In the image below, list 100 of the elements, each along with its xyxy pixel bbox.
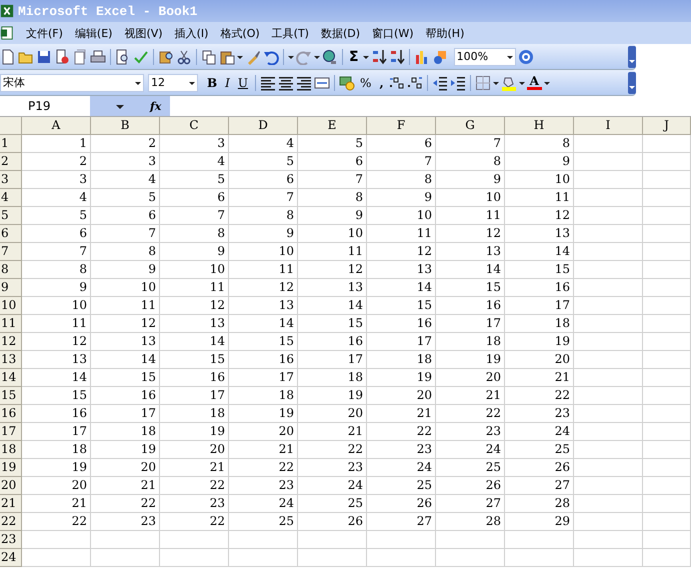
empty-cell[interactable] xyxy=(574,351,643,369)
toolbar-options-icon[interactable] xyxy=(628,72,636,94)
empty-cell[interactable] xyxy=(574,459,643,477)
empty-cell[interactable] xyxy=(643,153,691,171)
empty-cell[interactable] xyxy=(574,369,643,387)
save-icon[interactable] xyxy=(36,48,52,64)
empty-cell[interactable] xyxy=(574,225,643,243)
percent-button[interactable]: % xyxy=(357,76,374,90)
empty-cell[interactable] xyxy=(574,549,643,567)
empty-cell[interactable] xyxy=(574,477,643,495)
column-header[interactable]: I xyxy=(574,117,643,135)
row-header[interactable]: 10 xyxy=(0,297,22,315)
decrease-indent-icon[interactable] xyxy=(432,74,448,90)
row-header[interactable]: 4 xyxy=(0,189,22,207)
row-header[interactable]: 24 xyxy=(0,549,22,567)
undo-icon[interactable] xyxy=(263,48,279,64)
column-header[interactable]: D xyxy=(229,117,298,135)
empty-cell[interactable] xyxy=(574,495,643,513)
align-center-icon[interactable] xyxy=(278,74,294,90)
row-header[interactable]: 13 xyxy=(0,351,22,369)
empty-cell[interactable] xyxy=(505,531,574,549)
zoom-dropdown[interactable]: 100% xyxy=(454,48,516,66)
row-header[interactable]: 2 xyxy=(0,153,22,171)
empty-cell[interactable] xyxy=(229,531,298,549)
empty-cell[interactable] xyxy=(643,549,691,567)
row-header[interactable]: 16 xyxy=(0,405,22,423)
menu-item[interactable]: 窗口(W) xyxy=(372,26,414,40)
row-header[interactable]: 18 xyxy=(0,441,22,459)
row-header[interactable]: 5 xyxy=(0,207,22,225)
empty-cell[interactable] xyxy=(160,531,229,549)
row-header[interactable]: 6 xyxy=(0,225,22,243)
empty-cell[interactable] xyxy=(643,513,691,531)
empty-cell[interactable] xyxy=(643,495,691,513)
font-color-button[interactable]: A xyxy=(526,75,542,90)
column-header[interactable]: G xyxy=(436,117,505,135)
empty-cell[interactable] xyxy=(574,513,643,531)
column-header[interactable]: F xyxy=(367,117,436,135)
increase-indent-icon[interactable] xyxy=(450,74,466,90)
align-left-icon[interactable] xyxy=(260,74,276,90)
book-icon[interactable] xyxy=(158,48,174,64)
empty-cell[interactable] xyxy=(574,531,643,549)
spellcheck-icon[interactable] xyxy=(133,48,149,64)
row-header[interactable]: 1 xyxy=(0,135,22,153)
menu-item[interactable]: 工具(T) xyxy=(272,26,309,40)
italic-button[interactable]: I xyxy=(222,76,233,90)
row-header[interactable]: 12 xyxy=(0,333,22,351)
empty-cell[interactable] xyxy=(574,387,643,405)
row-header[interactable]: 11 xyxy=(0,315,22,333)
menu-item[interactable]: 格式(O) xyxy=(220,26,260,40)
empty-cell[interactable] xyxy=(643,369,691,387)
empty-cell[interactable] xyxy=(367,549,436,567)
empty-cell[interactable] xyxy=(643,333,691,351)
column-header[interactable]: A xyxy=(22,117,91,135)
row-header[interactable]: 17 xyxy=(0,423,22,441)
empty-cell[interactable] xyxy=(229,549,298,567)
empty-cell[interactable] xyxy=(643,261,691,279)
empty-cell[interactable] xyxy=(643,477,691,495)
copy-icon[interactable] xyxy=(201,48,217,64)
row-header[interactable]: 3 xyxy=(0,171,22,189)
row-header[interactable]: 21 xyxy=(0,495,22,513)
empty-cell[interactable] xyxy=(643,135,691,153)
autosum-button[interactable]: Σ xyxy=(347,48,361,64)
empty-cell[interactable] xyxy=(643,189,691,207)
empty-cell[interactable] xyxy=(574,441,643,459)
coins-icon[interactable] xyxy=(339,74,356,90)
empty-cell[interactable] xyxy=(367,531,436,549)
menu-item[interactable]: 文件(F) xyxy=(26,26,63,40)
column-header[interactable]: C xyxy=(160,117,229,135)
empty-cell[interactable] xyxy=(574,153,643,171)
globe-icon[interactable] xyxy=(322,48,338,64)
fill-color-icon[interactable] xyxy=(500,74,517,90)
empty-cell[interactable] xyxy=(643,297,691,315)
shapes-icon[interactable] xyxy=(432,48,448,64)
empty-cell[interactable] xyxy=(643,459,691,477)
menu-item[interactable]: 数据(D) xyxy=(320,26,360,40)
document-icon[interactable] xyxy=(72,48,88,64)
empty-cell[interactable] xyxy=(643,207,691,225)
empty-cell[interactable] xyxy=(574,315,643,333)
row-header[interactable]: 20 xyxy=(0,477,22,495)
comma-button[interactable]: , xyxy=(376,76,387,90)
empty-cell[interactable] xyxy=(643,171,691,189)
scissors-icon[interactable] xyxy=(176,48,192,64)
new-document-icon[interactable] xyxy=(0,48,16,64)
empty-cell[interactable] xyxy=(574,405,643,423)
row-header[interactable]: 15 xyxy=(0,387,22,405)
bold-button[interactable]: B xyxy=(204,76,220,90)
row-header[interactable]: 7 xyxy=(0,243,22,261)
row-header[interactable]: 8 xyxy=(0,261,22,279)
menu-item[interactable]: 编辑(E) xyxy=(74,26,112,40)
empty-cell[interactable] xyxy=(574,189,643,207)
empty-cell[interactable] xyxy=(574,261,643,279)
underline-button[interactable]: U xyxy=(234,76,252,90)
empty-cell[interactable] xyxy=(643,225,691,243)
empty-cell[interactable] xyxy=(643,279,691,297)
empty-cell[interactable] xyxy=(574,333,643,351)
empty-cell[interactable] xyxy=(298,549,367,567)
align-right-icon[interactable] xyxy=(296,74,312,90)
row-header[interactable]: 23 xyxy=(0,531,22,549)
menu-item[interactable]: 视图(V) xyxy=(124,26,163,40)
row-header[interactable]: 22 xyxy=(0,513,22,531)
